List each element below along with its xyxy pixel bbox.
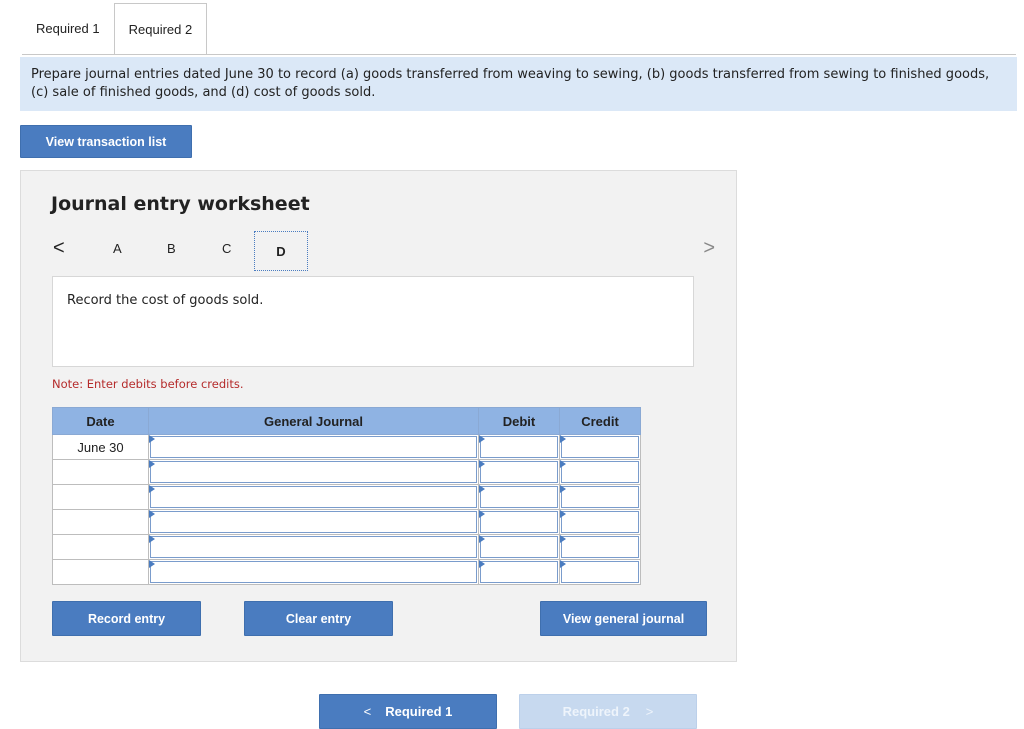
debit-header: Debit [478,407,560,435]
instructions-text: Prepare journal entries dated June 30 to… [20,57,1017,111]
account-cell[interactable] [148,559,479,585]
credit-header: Credit [559,407,641,435]
table-row [52,509,641,535]
debit-cell[interactable] [478,434,560,460]
entry-tab-a[interactable]: A [113,241,122,256]
worksheet-title: Journal entry worksheet [51,193,310,215]
dropdown-marker-icon [149,460,155,468]
account-input[interactable] [150,461,477,483]
account-cell[interactable] [148,434,479,460]
table-row [52,559,641,585]
tab-required-1[interactable]: Required 1 [22,3,114,53]
chevron-right-icon: > [645,704,654,719]
dropdown-marker-icon [149,485,155,493]
date-cell [52,509,149,535]
credit-cell[interactable] [559,484,641,510]
account-input[interactable] [150,436,477,458]
credit-input[interactable] [561,461,639,483]
journal-entry-worksheet: Journal entry worksheet < A B C D > Reco… [20,170,737,662]
debit-cell[interactable] [478,534,560,560]
account-input[interactable] [150,511,477,533]
table-header-row: Date General Journal Debit Credit [52,407,641,435]
date-cell: June 30 [52,434,149,460]
cell-marker-icon [560,435,566,443]
credit-cell[interactable] [559,559,641,585]
general-journal-header: General Journal [148,407,479,435]
credit-cell[interactable] [559,534,641,560]
journal-table: Date General Journal Debit Credit June 3… [52,407,641,585]
cell-marker-icon [479,435,485,443]
credit-input[interactable] [561,561,639,583]
debit-input[interactable] [480,536,558,558]
debit-input[interactable] [480,561,558,583]
entry-prompt: Record the cost of goods sold. [52,276,694,367]
chevron-right-icon[interactable]: > [703,237,715,260]
tab-required-2[interactable]: Required 2 [113,3,208,55]
next-required-label: Required 2 [562,704,630,719]
credit-input[interactable] [561,486,639,508]
view-general-journal-button[interactable]: View general journal [540,601,707,636]
chevron-left-icon: < [363,704,372,719]
date-cell [52,534,149,560]
cell-marker-icon [560,510,566,518]
cell-marker-icon [560,535,566,543]
cell-marker-icon [560,560,566,568]
account-input[interactable] [150,561,477,583]
cell-marker-icon [560,460,566,468]
table-row [52,534,641,560]
entry-tab-d[interactable]: D [254,231,308,271]
cell-marker-icon [479,485,485,493]
credit-input[interactable] [561,536,639,558]
chevron-left-icon[interactable]: < [53,237,65,260]
entry-tab-c[interactable]: C [222,241,231,256]
credit-input[interactable] [561,511,639,533]
tab-divider [22,54,1016,55]
debit-input[interactable] [480,486,558,508]
debit-input[interactable] [480,511,558,533]
account-cell[interactable] [148,509,479,535]
dropdown-marker-icon [149,560,155,568]
account-input[interactable] [150,536,477,558]
credit-input[interactable] [561,436,639,458]
table-row [52,484,641,510]
debit-input[interactable] [480,461,558,483]
entry-tab-b[interactable]: B [167,241,176,256]
previous-required-label: Required 1 [385,704,453,719]
entry-navigation: < A B C D > [51,229,715,277]
view-transaction-list-button[interactable]: View transaction list [20,125,192,158]
dropdown-marker-icon [149,510,155,518]
record-entry-button[interactable]: Record entry [52,601,201,636]
account-input[interactable] [150,486,477,508]
credit-cell[interactable] [559,509,641,535]
cell-marker-icon [560,485,566,493]
account-cell[interactable] [148,484,479,510]
account-cell[interactable] [148,534,479,560]
date-cell [52,559,149,585]
debit-cell[interactable] [478,484,560,510]
dropdown-marker-icon [149,535,155,543]
cell-marker-icon [479,510,485,518]
tab-bar: Required 1 Required 2 [22,3,208,55]
account-cell[interactable] [148,459,479,485]
debit-cell[interactable] [478,509,560,535]
cell-marker-icon [479,460,485,468]
credit-cell[interactable] [559,459,641,485]
debit-cell[interactable] [478,459,560,485]
debit-credit-note: Note: Enter debits before credits. [52,377,244,391]
cell-marker-icon [479,560,485,568]
table-row: June 30 [52,434,641,460]
previous-required-button[interactable]: < Required 1 [319,694,497,729]
debit-cell[interactable] [478,559,560,585]
table-row [52,459,641,485]
date-header: Date [52,407,149,435]
cell-marker-icon [479,535,485,543]
credit-cell[interactable] [559,434,641,460]
date-cell [52,484,149,510]
dropdown-marker-icon [149,435,155,443]
date-cell [52,459,149,485]
debit-input[interactable] [480,436,558,458]
next-required-button[interactable]: Required 2 > [519,694,697,729]
clear-entry-button[interactable]: Clear entry [244,601,393,636]
